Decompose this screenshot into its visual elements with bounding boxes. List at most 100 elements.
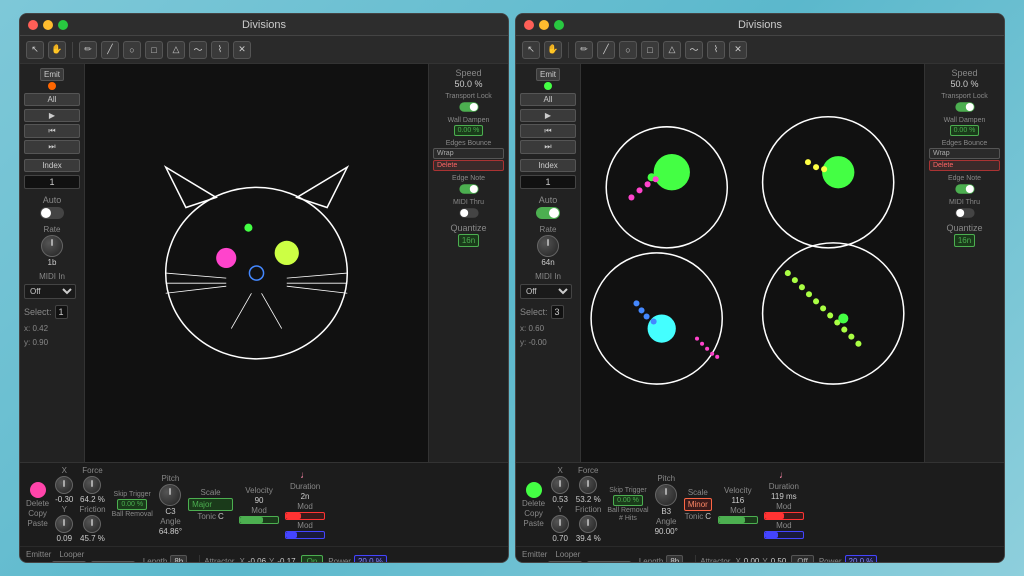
line-tool-r[interactable]: ╱ [597,41,615,59]
midi-thru-toggle-r[interactable] [955,208,974,218]
clear-all-button-r[interactable]: Clear All [548,561,582,563]
index-button-r[interactable]: Index [520,159,576,172]
rate-knob[interactable] [41,235,63,257]
hand-tool-r[interactable]: ✋ [544,41,562,59]
wrap-option[interactable]: Wrap [433,148,504,159]
mod-bar [239,516,279,524]
midi-in-select[interactable]: Off [24,284,76,299]
rect-tool-r[interactable]: □ [641,41,659,59]
back-button-r[interactable]: ⏮ [520,124,576,138]
play-button-r[interactable]: ▶ [520,109,576,122]
wrap-option-r[interactable]: Wrap [929,148,1000,159]
attractor-on[interactable]: On [301,555,324,564]
delete-option-r[interactable]: Delete [929,160,1000,171]
wave-tool[interactable]: 〜 [189,41,207,59]
index-button[interactable]: Index [24,159,80,172]
forward-button-r[interactable]: ⏭ [520,140,576,154]
rect-tool[interactable]: □ [145,41,163,59]
lasso-tool[interactable]: ⌇ [211,41,229,59]
emit-button-r[interactable]: Emit [536,68,560,81]
transport-lock-toggle[interactable] [459,102,478,112]
circle-tool-r[interactable]: ○ [619,41,637,59]
x-knob[interactable] [55,476,73,494]
auto-toggle[interactable] [40,207,64,219]
rec-dot-r[interactable] [522,563,530,564]
attractor-section-r: Attractor X 0.00 Y 0.50 Off Power 20.0 % [695,555,877,564]
line-tool[interactable]: ╱ [101,41,119,59]
coords-y-r: y: -0.00 [520,338,576,347]
x-tool[interactable]: ✕ [233,41,251,59]
forward-button[interactable]: ⏭ [24,140,80,154]
maximize-button-left[interactable] [58,20,68,30]
cursor-tool[interactable]: ↖ [26,41,44,59]
duration-value: 2n [301,492,310,501]
attractor-x-value: -0.06 [248,557,266,564]
x-tool-r[interactable]: ✕ [729,41,747,59]
triangle-tool-r[interactable]: △ [663,41,681,59]
midi-thru-toggle[interactable] [459,208,478,218]
pitch-knob-r[interactable] [655,484,677,506]
emit-button[interactable]: Emit [40,68,64,81]
midi-in-select-r[interactable]: Off [520,284,572,299]
clear-value-button[interactable]: Clear Value [91,561,135,563]
tonic-row: Tonic C [197,512,223,521]
y-value-r: 0.70 [552,534,568,543]
force-knob[interactable] [83,476,101,494]
edge-note-toggle-r[interactable] [955,184,974,194]
force-group-r: Force 53.2 % Friction 39.4 % [575,466,601,543]
duration-label: Duration [290,482,320,491]
delete-button-r[interactable] [526,482,542,498]
wave-tool-r[interactable]: 〜 [685,41,703,59]
main-area-right: Emit All ▶ ⏮ ⏭ Index 1 Auto Rate [516,64,1004,462]
y-knob[interactable] [55,515,73,533]
play-button[interactable]: ▶ [24,109,80,122]
delete-button[interactable] [30,482,46,498]
canvas-right[interactable] [581,64,924,462]
friction-knob-r[interactable] [579,515,597,533]
close-button-left[interactable] [28,20,38,30]
pencil-tool[interactable]: ✏ [79,41,97,59]
rate-knob-r[interactable] [537,235,559,257]
main-area-left: Emit All ▶ ⏮ ⏭ Index 1 Auto Rate [20,64,508,462]
mod-label-r: Mod [730,506,746,515]
circle-tool[interactable]: ○ [123,41,141,59]
length-group-r: Length 8b [639,555,683,564]
select-value-r: 3 [551,305,564,319]
speed-control: Speed 50.0 % [433,68,504,89]
canvas-left[interactable] [85,64,428,462]
lasso-tool-r[interactable]: ⌇ [707,41,725,59]
auto-toggle-r[interactable] [536,207,560,219]
x-knob-r[interactable] [551,476,569,494]
back-button[interactable]: ⏮ [24,124,80,138]
rec-dot[interactable] [26,563,34,564]
close-button-right[interactable] [524,20,534,30]
midi-thru-control: MIDI Thru [433,199,504,219]
pencil-tool-r[interactable]: ✏ [575,41,593,59]
scale-dropdown[interactable]: Major [188,498,233,511]
all-button-r[interactable]: All [520,93,576,106]
minimize-button-left[interactable] [43,20,53,30]
hand-tool[interactable]: ✋ [48,41,66,59]
edge-note-toggle[interactable] [459,184,478,194]
all-button[interactable]: All [24,93,80,106]
play-icon-r[interactable]: ▶ [535,561,543,563]
triangle-tool[interactable]: △ [167,41,185,59]
clear-all-button[interactable]: Clear All [52,561,86,563]
attractor-label: Attractor [204,557,234,564]
rec-play-row-r: ▶ Clear All Clear Value [522,561,631,563]
play-icon[interactable]: ▶ [39,561,47,563]
cursor-tool-r[interactable]: ↖ [522,41,540,59]
force-group: Force 64.2 % Friction 45.7 % [79,466,105,543]
minimize-button-right[interactable] [539,20,549,30]
friction-knob[interactable] [83,515,101,533]
maximize-button-right[interactable] [554,20,564,30]
pitch-knob[interactable] [159,484,181,506]
force-knob-r[interactable] [579,476,597,494]
delete-option[interactable]: Delete [433,160,504,171]
y-knob-r[interactable] [551,515,569,533]
clear-value-button-r[interactable]: Clear Value [587,561,631,563]
speed-control-r: Speed 50.0 % [929,68,1000,89]
attractor-off[interactable]: Off [791,555,814,564]
transport-lock-toggle-r[interactable] [955,102,974,112]
scale-dropdown-r[interactable]: Minor [684,498,712,511]
